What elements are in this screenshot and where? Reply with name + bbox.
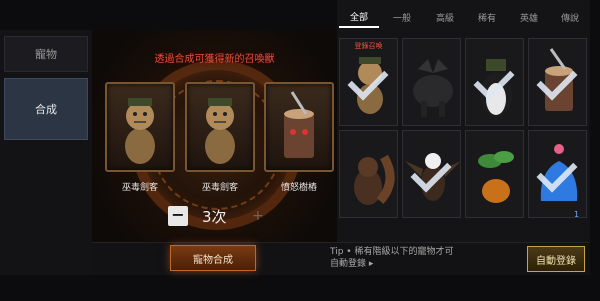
pet-card[interactable]: [528, 130, 587, 218]
leaf-sprout-icon: [478, 151, 514, 203]
increase-button[interactable]: +: [252, 208, 264, 224]
tab-all[interactable]: 全部: [339, 6, 379, 28]
scroll-indicator-icon: 1: [574, 210, 580, 219]
sidebar-item-label: 合成: [35, 103, 57, 116]
black-wolf-icon: [413, 59, 453, 117]
pet-card[interactable]: [339, 130, 398, 218]
fusion-slot-2-name: 巫毒劍客: [201, 183, 238, 193]
tab-normal[interactable]: 一般: [382, 6, 422, 28]
voodoo-doll-icon: [125, 98, 155, 164]
fusion-hint: 透過合成可獲得新的召喚獸: [154, 54, 275, 65]
sidebar-item-pets[interactable]: 寵物: [4, 36, 88, 72]
pet-card[interactable]: [465, 130, 524, 218]
pet-card[interactable]: [528, 38, 587, 126]
fusion-slot-3-name: 憤怒樹樁: [280, 183, 317, 193]
pet-card[interactable]: [402, 130, 461, 218]
tab-hero[interactable]: 英雄: [509, 6, 549, 28]
auto-register-button[interactable]: 自動登錄: [527, 246, 585, 272]
angry-stump-icon: [284, 91, 314, 158]
tab-advanced[interactable]: 高級: [425, 6, 465, 28]
tip-line-2[interactable]: 自動登錄 ▸: [330, 258, 520, 270]
decrease-button[interactable]: −: [168, 206, 188, 226]
fusion-slot-1[interactable]: [105, 82, 175, 172]
pet-card[interactable]: [465, 38, 524, 126]
pet-collection-panel: 全部 一般 高級 稀有 英雄 傳說 登錄召喚: [337, 0, 590, 242]
tab-rare[interactable]: 稀有: [467, 6, 507, 28]
fusion-slot-3[interactable]: [264, 82, 334, 172]
sidebar-item-fusion[interactable]: 合成: [4, 78, 88, 140]
tab-legend[interactable]: 傳說: [550, 6, 590, 28]
tip-line-1: Tip • 稀有階級以下的寵物才可: [330, 247, 454, 257]
pet-card[interactable]: [402, 38, 461, 126]
squirrel-icon: [354, 154, 395, 205]
pet-card[interactable]: 登錄召喚: [339, 38, 398, 126]
sidebar-item-label: 寵物: [35, 48, 57, 61]
voodoo-doll-icon: [205, 98, 235, 164]
fusion-panel: 透過合成可獲得新的召喚獸 巫毒劍客 巫毒劍客 憤怒樹樁 − 3次 +: [92, 30, 337, 275]
rarity-tabs: 全部 一般 高級 稀有 英雄 傳說: [337, 0, 590, 34]
sidebar: 寵物 合成: [0, 30, 92, 275]
tip-text: Tip • 稀有階級以下的寵物才可 自動登錄 ▸: [330, 246, 520, 270]
pet-fusion-button[interactable]: 寵物合成: [170, 245, 256, 271]
fusion-slot-2[interactable]: [185, 82, 255, 172]
fusion-slot-1-name: 巫毒劍客: [121, 183, 158, 193]
fusion-count: 3次: [202, 208, 227, 226]
